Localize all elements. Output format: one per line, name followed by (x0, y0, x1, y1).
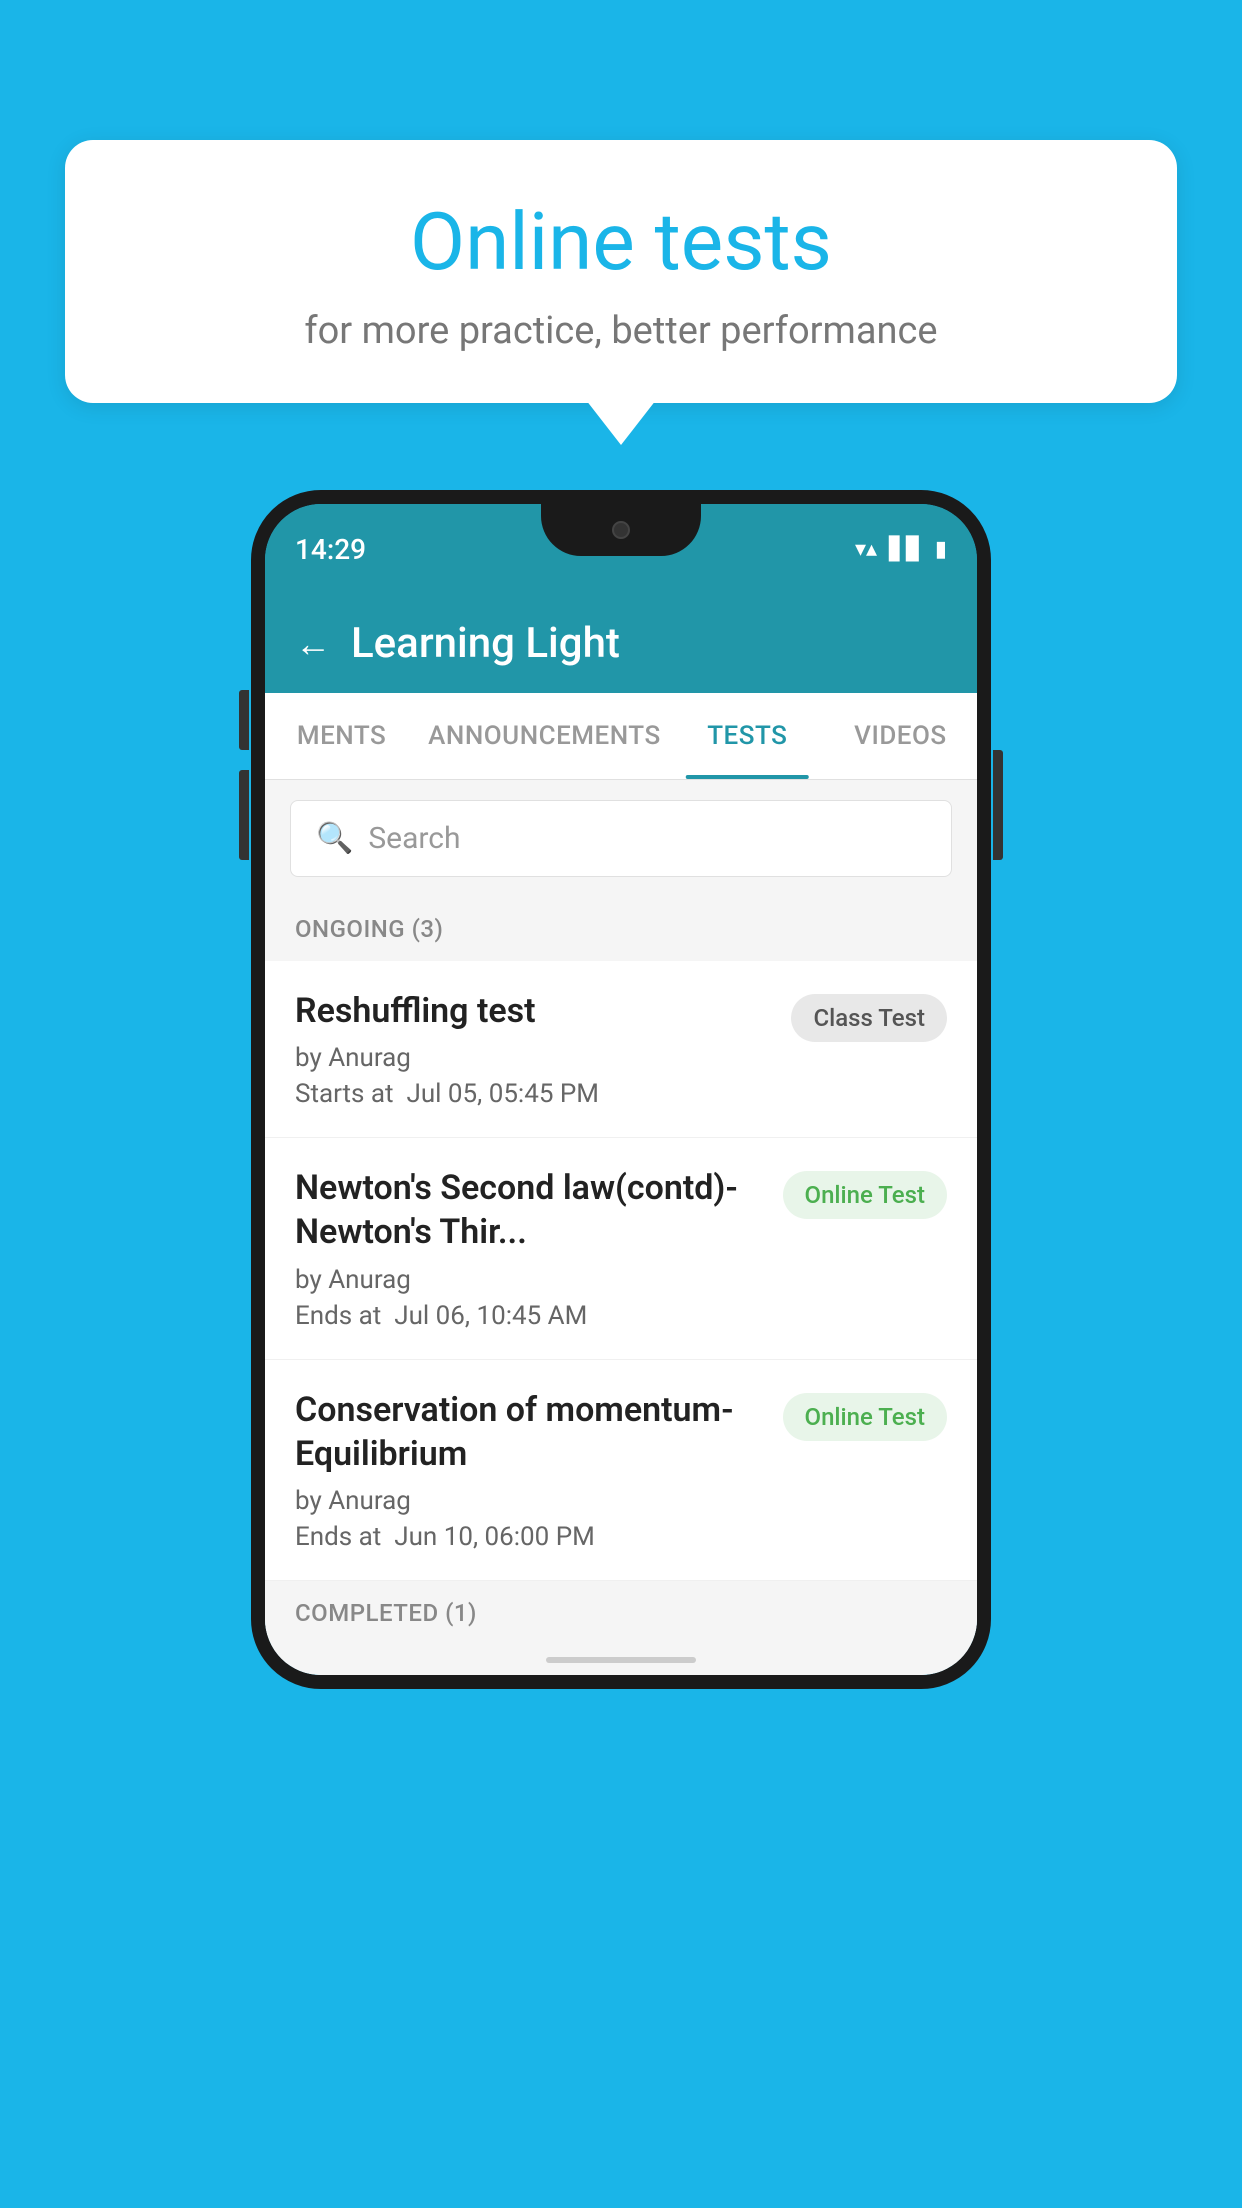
phone-notch (541, 504, 701, 556)
phone-screen-content: 🔍 Search ONGOING (3) Reshuffling test by… (265, 780, 977, 1675)
test-info-2: Newton's Second law(contd)-Newton's Thir… (295, 1166, 783, 1330)
signal-icon: ▋▊ (889, 537, 923, 562)
list-item[interactable]: Newton's Second law(contd)-Newton's Thir… (265, 1138, 977, 1359)
status-time: 14:29 (295, 533, 366, 566)
tab-ments[interactable]: MENTS (265, 693, 418, 779)
app-header-title: Learning Light (351, 619, 620, 668)
test-name-3: Conservation of momentum-Equilibrium (295, 1388, 763, 1476)
wifi-icon: ▾▴ (855, 537, 877, 562)
list-item[interactable]: Reshuffling test by Anurag Starts at Jul… (265, 961, 977, 1138)
battery-icon: ▮ (935, 537, 947, 562)
power-button (993, 750, 1003, 860)
test-author-2: by Anurag (295, 1265, 763, 1295)
test-time-3: Ends at Jun 10, 06:00 PM (295, 1522, 763, 1552)
home-indicator (265, 1645, 977, 1675)
home-bar (546, 1657, 696, 1663)
test-author-1: by Anurag (295, 1043, 771, 1073)
search-input[interactable]: 🔍 Search (290, 800, 952, 877)
tab-announcements[interactable]: ANNOUNCEMENTS (418, 693, 671, 779)
phone-screen-area: 14:29 ▾▴ ▋▊ ▮ ← Learning Light (251, 490, 991, 1689)
test-info-1: Reshuffling test by Anurag Starts at Jul… (295, 989, 791, 1109)
test-name-2: Newton's Second law(contd)-Newton's Thir… (295, 1166, 763, 1254)
list-item[interactable]: Conservation of momentum-Equilibrium by … (265, 1360, 977, 1581)
tab-tests[interactable]: TESTS (671, 693, 824, 779)
promo-bubble: Online tests for more practice, better p… (65, 140, 1177, 403)
tab-videos[interactable]: VIDEOS (824, 693, 977, 779)
search-icon: 🔍 (316, 821, 353, 856)
completed-section-label: COMPLETED (1) (265, 1581, 977, 1645)
test-author-3: by Anurag (295, 1486, 763, 1516)
test-name-1: Reshuffling test (295, 989, 771, 1033)
search-placeholder-text: Search (368, 821, 460, 856)
status-bar: 14:29 ▾▴ ▋▊ ▮ (265, 504, 977, 594)
phone-outer: 14:29 ▾▴ ▋▊ ▮ ← Learning Light (251, 490, 991, 1689)
camera (612, 521, 630, 539)
phone-mockup: 14:29 ▾▴ ▋▊ ▮ ← Learning Light (251, 490, 991, 1689)
test-time-1: Starts at Jul 05, 05:45 PM (295, 1079, 771, 1109)
ongoing-section-label: ONGOING (3) (265, 897, 977, 961)
test-time-2: Ends at Jul 06, 10:45 AM (295, 1301, 763, 1331)
bubble-title: Online tests (125, 195, 1117, 289)
volume-down-button (239, 770, 249, 860)
app-header: ← Learning Light (265, 594, 977, 693)
tabs-bar: MENTS ANNOUNCEMENTS TESTS VIDEOS (265, 693, 977, 780)
status-badge: Online Test (783, 1171, 947, 1219)
status-icons: ▾▴ ▋▊ ▮ (855, 537, 947, 562)
bubble-subtitle: for more practice, better performance (125, 309, 1117, 353)
status-badge: Online Test (783, 1393, 947, 1441)
status-badge: Class Test (791, 994, 947, 1042)
test-info-3: Conservation of momentum-Equilibrium by … (295, 1388, 783, 1552)
search-container: 🔍 Search (265, 780, 977, 897)
volume-up-button (239, 690, 249, 750)
back-button[interactable]: ← (295, 623, 331, 665)
